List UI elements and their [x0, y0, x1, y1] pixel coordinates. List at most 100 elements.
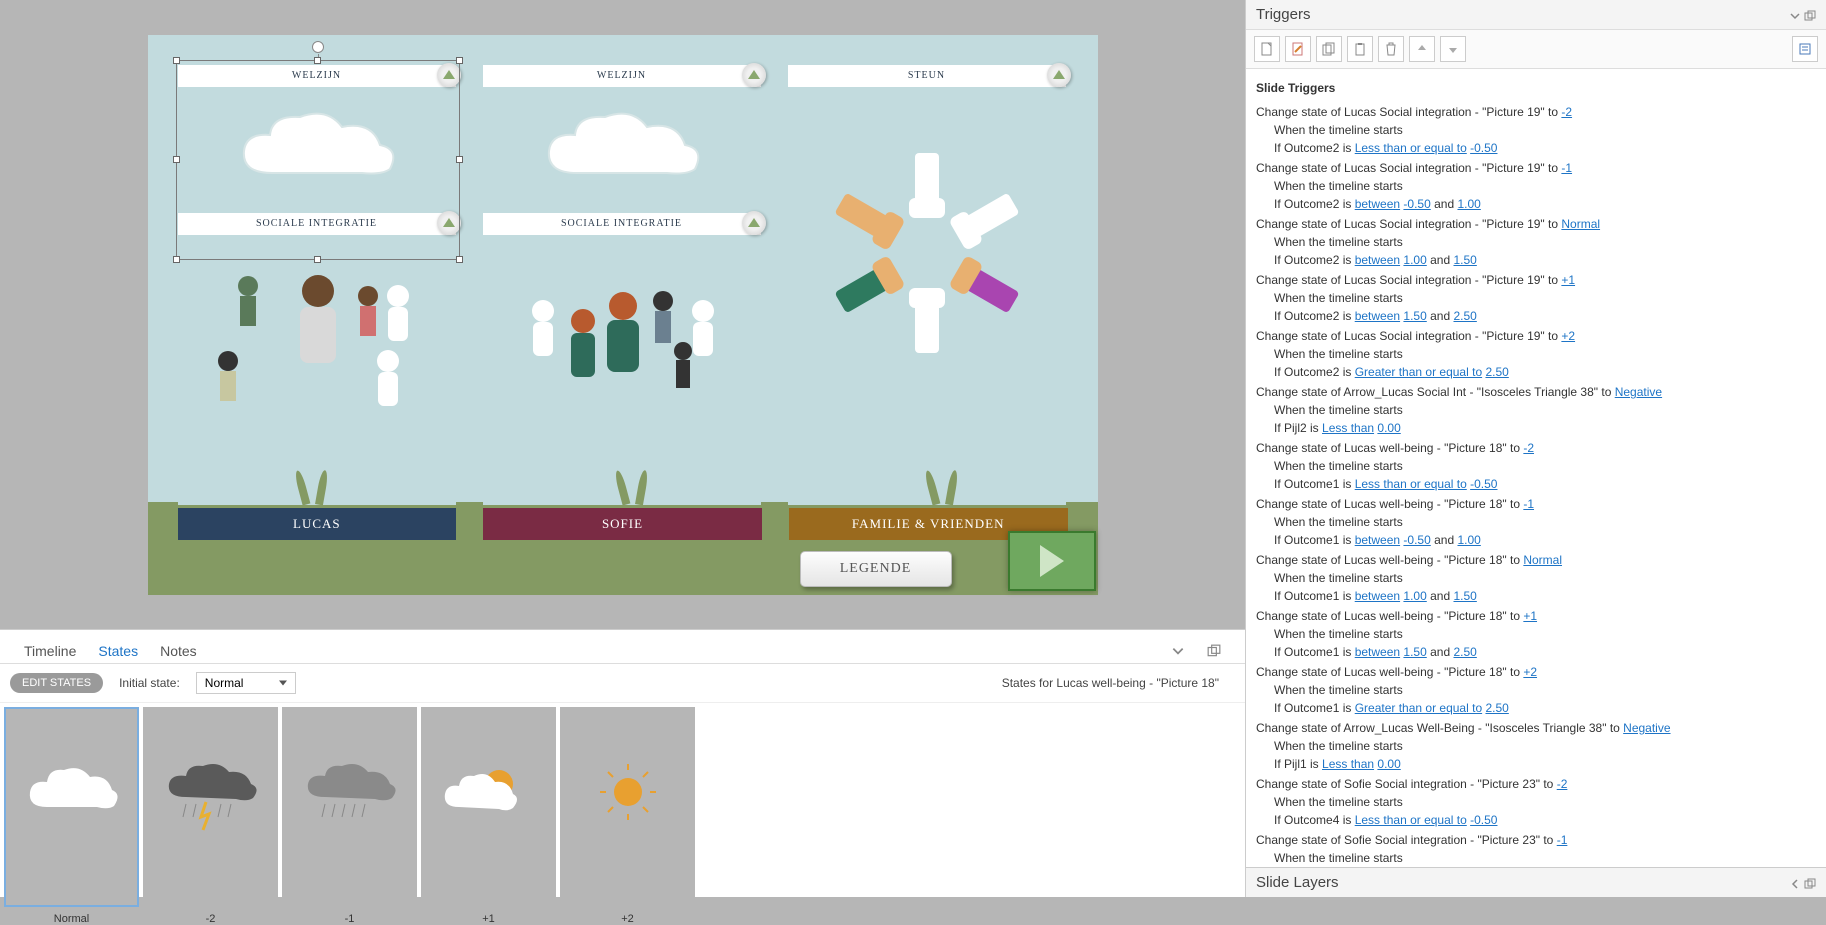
card-lucas[interactable]: WELZIJN SOCIALE INTEGRATIE: [178, 65, 456, 505]
delete-trigger-button[interactable]: [1378, 36, 1404, 62]
arrow-up-icon[interactable]: [437, 63, 461, 87]
condition-op-link[interactable]: between: [1355, 589, 1400, 603]
undock-icon[interactable]: [1207, 644, 1221, 658]
trigger-state-link[interactable]: -1: [1557, 833, 1568, 847]
condition-val-link[interactable]: -0.50: [1403, 197, 1430, 211]
condition-op-link[interactable]: Less than or equal to: [1355, 141, 1467, 155]
cloud-graphic[interactable]: [178, 93, 456, 213]
condition-op-link[interactable]: Greater than or equal to: [1355, 701, 1482, 715]
tab-states[interactable]: States: [98, 643, 138, 659]
slide-canvas[interactable]: WELZIJN SOCIALE INTEGRATIE: [0, 0, 1245, 629]
undock-icon[interactable]: [1804, 9, 1816, 21]
condition-op-link[interactable]: between: [1355, 309, 1400, 323]
move-up-button[interactable]: [1409, 36, 1435, 62]
paste-trigger-button[interactable]: [1347, 36, 1373, 62]
arrow-up-icon[interactable]: [742, 211, 766, 235]
trigger-state-link[interactable]: +1: [1523, 609, 1537, 623]
trigger-state-link[interactable]: -1: [1561, 161, 1572, 175]
move-down-button[interactable]: [1440, 36, 1466, 62]
chevron-down-icon[interactable]: [1171, 644, 1185, 658]
copy-trigger-button[interactable]: [1316, 36, 1342, 62]
condition-val-link[interactable]: 0.00: [1377, 421, 1400, 435]
trigger-item[interactable]: Change state of Lucas well-being - "Pict…: [1256, 439, 1816, 493]
slide[interactable]: WELZIJN SOCIALE INTEGRATIE: [148, 35, 1098, 595]
condition-val-link[interactable]: -0.50: [1403, 533, 1430, 547]
trigger-item[interactable]: Change state of Lucas well-being - "Pict…: [1256, 495, 1816, 549]
trigger-state-link[interactable]: Normal: [1523, 553, 1562, 567]
condition-val-link[interactable]: 2.50: [1485, 365, 1508, 379]
arrow-up-icon[interactable]: [437, 211, 461, 235]
condition-val-link[interactable]: 1.00: [1457, 197, 1480, 211]
trigger-item[interactable]: Change state of Lucas Social integration…: [1256, 215, 1816, 269]
trigger-item[interactable]: Change state of Lucas Social integration…: [1256, 159, 1816, 213]
trigger-state-link[interactable]: -2: [1523, 441, 1534, 455]
card-familie[interactable]: STEUN: [788, 65, 1066, 505]
condition-val-link[interactable]: -0.50: [1470, 141, 1497, 155]
condition-val-link[interactable]: -0.50: [1470, 477, 1497, 491]
undock-icon[interactable]: [1804, 877, 1816, 889]
trigger-item[interactable]: Change state of Lucas well-being - "Pict…: [1256, 663, 1816, 717]
condition-val-link[interactable]: 2.50: [1453, 309, 1476, 323]
condition-val-link[interactable]: 1.50: [1403, 309, 1426, 323]
condition-op-link[interactable]: between: [1355, 533, 1400, 547]
trigger-item[interactable]: Change state of Sofie Social integration…: [1256, 831, 1816, 867]
condition-val-link[interactable]: -0.50: [1470, 813, 1497, 827]
edit-trigger-button[interactable]: [1285, 36, 1311, 62]
condition-op-link[interactable]: between: [1355, 645, 1400, 659]
trigger-state-link[interactable]: -2: [1561, 105, 1572, 119]
slide-layers-header[interactable]: Slide Layers: [1246, 867, 1826, 897]
sofie-button[interactable]: SOFIE: [483, 508, 762, 540]
trigger-item[interactable]: Change state of Lucas Social integration…: [1256, 103, 1816, 157]
tab-timeline[interactable]: Timeline: [24, 643, 76, 659]
state-thumb-plus2[interactable]: +2: [560, 707, 695, 907]
condition-op-link[interactable]: Greater than or equal to: [1355, 365, 1482, 379]
condition-op-link[interactable]: Less than or equal to: [1355, 813, 1467, 827]
card-sofie[interactable]: WELZIJN SOCIALE INTEGRATIE: [483, 65, 761, 505]
condition-op-link[interactable]: Less than or equal to: [1355, 477, 1467, 491]
variables-button[interactable]: [1792, 36, 1818, 62]
condition-val-link[interactable]: 1.00: [1457, 533, 1480, 547]
state-thumb-plus1[interactable]: +1: [421, 707, 556, 907]
condition-val-link[interactable]: 1.00: [1403, 589, 1426, 603]
trigger-state-link[interactable]: +1: [1561, 273, 1575, 287]
trigger-item[interactable]: Change state of Sofie Social integration…: [1256, 775, 1816, 829]
trigger-state-link[interactable]: +2: [1523, 665, 1537, 679]
condition-val-link[interactable]: 2.50: [1485, 701, 1508, 715]
trigger-state-link[interactable]: +2: [1561, 329, 1575, 343]
legende-button[interactable]: LEGENDE: [800, 551, 952, 587]
condition-val-link[interactable]: 2.50: [1453, 645, 1476, 659]
chevron-down-icon[interactable]: [1789, 9, 1801, 21]
condition-val-link[interactable]: 0.00: [1377, 757, 1400, 771]
trigger-item[interactable]: Change state of Lucas Social integration…: [1256, 327, 1816, 381]
trigger-state-link[interactable]: Negative: [1623, 721, 1670, 735]
trigger-item[interactable]: Change state of Arrow_Lucas Social Int -…: [1256, 383, 1816, 437]
condition-op-link[interactable]: between: [1355, 197, 1400, 211]
trigger-item[interactable]: Change state of Lucas Social integration…: [1256, 271, 1816, 325]
condition-val-link[interactable]: 1.00: [1403, 253, 1426, 267]
trigger-state-link[interactable]: Negative: [1615, 385, 1662, 399]
tab-notes[interactable]: Notes: [160, 643, 197, 659]
condition-val-link[interactable]: 1.50: [1403, 645, 1426, 659]
condition-op-link[interactable]: between: [1355, 253, 1400, 267]
condition-op-link[interactable]: Less than: [1322, 757, 1374, 771]
condition-val-link[interactable]: 1.50: [1453, 589, 1476, 603]
condition-val-link[interactable]: 1.50: [1453, 253, 1476, 267]
new-trigger-button[interactable]: [1254, 36, 1280, 62]
trigger-state-link[interactable]: -1: [1523, 497, 1534, 511]
state-thumb-minus2[interactable]: -2: [143, 707, 278, 907]
arrow-up-icon[interactable]: [1047, 63, 1071, 87]
arrow-up-icon[interactable]: [742, 63, 766, 87]
initial-state-select[interactable]: Normal: [196, 672, 296, 694]
state-thumb-normal[interactable]: Normal: [4, 707, 139, 907]
chevron-left-icon[interactable]: [1789, 877, 1801, 889]
trigger-item[interactable]: Change state of Arrow_Lucas Well-Being -…: [1256, 719, 1816, 773]
play-button[interactable]: [1008, 531, 1096, 591]
lucas-button[interactable]: LUCAS: [178, 508, 457, 540]
edit-states-button[interactable]: EDIT STATES: [10, 673, 103, 693]
trigger-state-link[interactable]: -2: [1557, 777, 1568, 791]
trigger-state-link[interactable]: Normal: [1561, 217, 1600, 231]
trigger-item[interactable]: Change state of Lucas well-being - "Pict…: [1256, 607, 1816, 661]
trigger-item[interactable]: Change state of Lucas well-being - "Pict…: [1256, 551, 1816, 605]
condition-op-link[interactable]: Less than: [1322, 421, 1374, 435]
state-thumb-minus1[interactable]: -1: [282, 707, 417, 907]
